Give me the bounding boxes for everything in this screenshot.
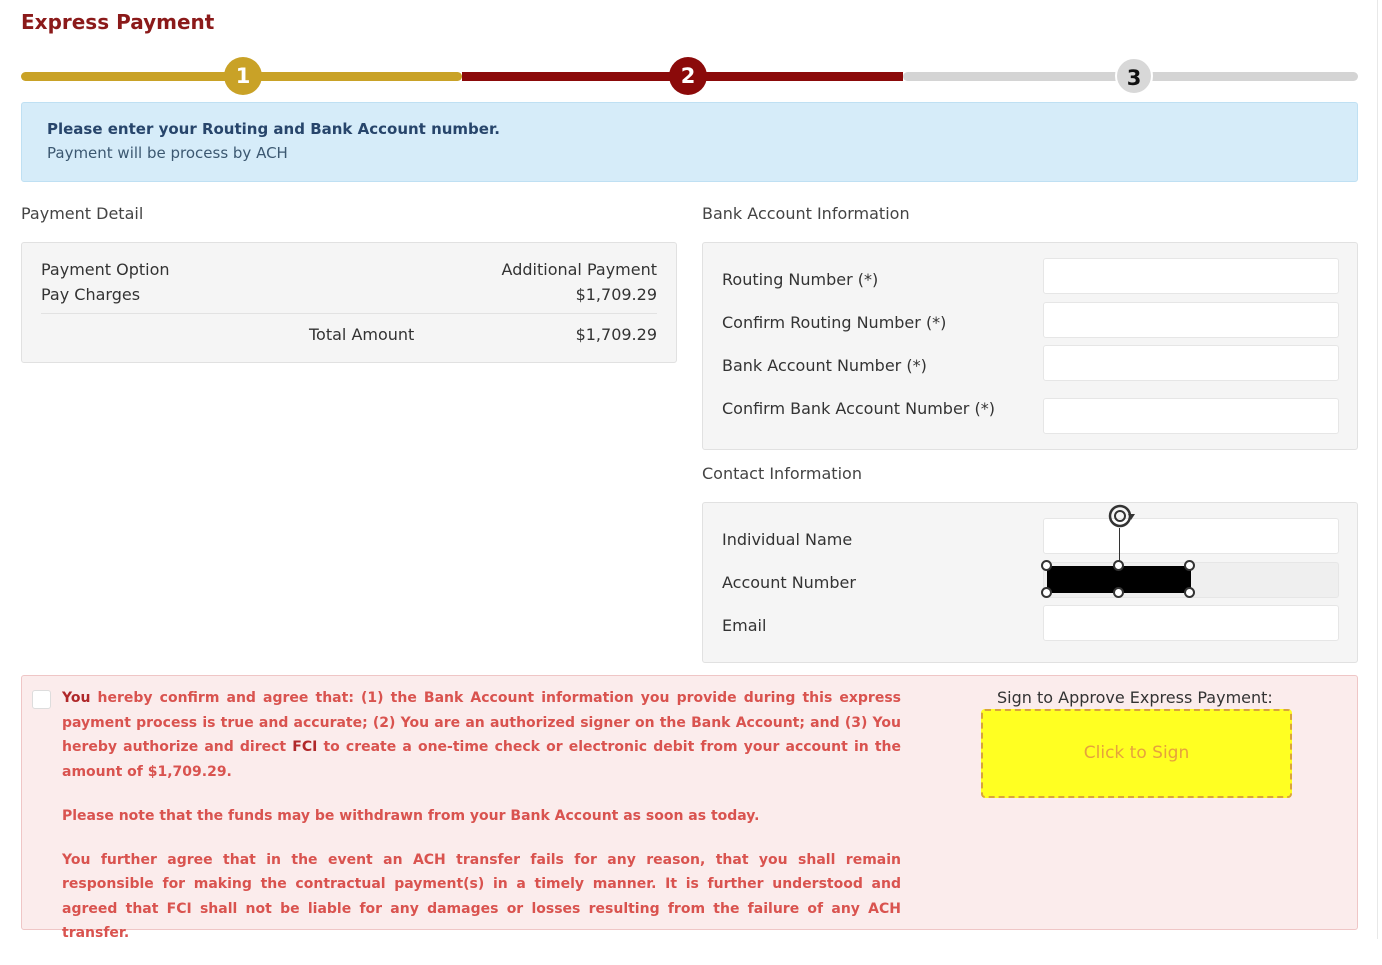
- routing-number-input[interactable]: [1043, 258, 1339, 294]
- agreement-paragraph-1: You hereby confirm and agree that: (1) t…: [62, 686, 901, 784]
- individual-name-input[interactable]: [1043, 518, 1339, 554]
- bank-info-heading: Bank Account Information: [702, 204, 910, 223]
- step-1-marker[interactable]: 1: [224, 57, 262, 95]
- page-title: Express Payment: [21, 10, 215, 34]
- alert-message: Payment will be process by ACH: [47, 144, 288, 162]
- email-input[interactable]: [1043, 605, 1339, 641]
- agreement-paragraph-2: Please note that the funds may be withdr…: [62, 807, 760, 824]
- routing-number-label: Routing Number (*): [722, 270, 879, 289]
- confirm-bank-account-number-label: Confirm Bank Account Number (*): [722, 399, 995, 418]
- step-3-marker[interactable]: 3: [1115, 57, 1153, 95]
- contact-info-panel: Individual Name Account Number Email: [702, 502, 1358, 663]
- divider: [41, 313, 657, 314]
- email-label: Email: [722, 616, 767, 635]
- alert-heading: Please enter your Routing and Bank Accou…: [47, 120, 500, 138]
- rotate-icon[interactable]: [1104, 500, 1140, 536]
- confirm-routing-number-label: Confirm Routing Number (*): [722, 313, 947, 332]
- resize-handle-top[interactable]: [1113, 560, 1124, 571]
- sign-label: Sign to Approve Express Payment:: [997, 688, 1273, 707]
- confirm-bank-account-number-input[interactable]: [1043, 398, 1339, 434]
- agree-checkbox[interactable]: [32, 690, 51, 709]
- resize-handle-bottom[interactable]: [1113, 587, 1124, 598]
- payment-detail-panel: Payment Option Additional Payment Pay Ch…: [21, 242, 677, 363]
- progress-stepper: 1 2 3: [21, 57, 1358, 95]
- resize-handle-top-right[interactable]: [1184, 560, 1195, 571]
- resize-handle-bottom-right[interactable]: [1184, 587, 1195, 598]
- account-number-label: Account Number: [722, 573, 856, 592]
- agreement-you: You: [62, 690, 91, 706]
- resize-handle-bottom-left[interactable]: [1041, 587, 1052, 598]
- agreement-paragraph-3: You further agree that in the event an A…: [62, 851, 901, 942]
- info-alert: Please enter your Routing and Bank Accou…: [21, 102, 1358, 182]
- payment-detail-heading: Payment Detail: [21, 204, 144, 223]
- click-to-sign-button[interactable]: Click to Sign: [981, 709, 1292, 798]
- agreement-panel: You hereby confirm and agree that: (1) t…: [21, 675, 1358, 941]
- total-amount-label: Total Amount: [309, 325, 415, 344]
- bank-info-panel: Routing Number (*) Confirm Routing Numbe…: [702, 242, 1358, 450]
- payment-option-label: Payment Option: [41, 260, 170, 279]
- agreement-fci: FCI: [292, 739, 318, 755]
- bank-account-number-label: Bank Account Number (*): [722, 356, 927, 375]
- resize-handle-top-left[interactable]: [1041, 560, 1052, 571]
- confirm-routing-number-input[interactable]: [1043, 302, 1339, 338]
- pay-charges-value: $1,709.29: [575, 285, 657, 304]
- payment-option-value: Additional Payment: [501, 260, 657, 279]
- contact-info-heading: Contact Information: [702, 464, 862, 483]
- total-amount-value: $1,709.29: [575, 325, 657, 344]
- individual-name-label: Individual Name: [722, 530, 853, 549]
- step-2-marker[interactable]: 2: [669, 57, 707, 95]
- bank-account-number-input[interactable]: [1043, 345, 1339, 381]
- right-edge-divider: [1377, 0, 1378, 939]
- agreement-text: You hereby confirm and agree that: (1) t…: [62, 686, 901, 965]
- pay-charges-label: Pay Charges: [41, 285, 141, 304]
